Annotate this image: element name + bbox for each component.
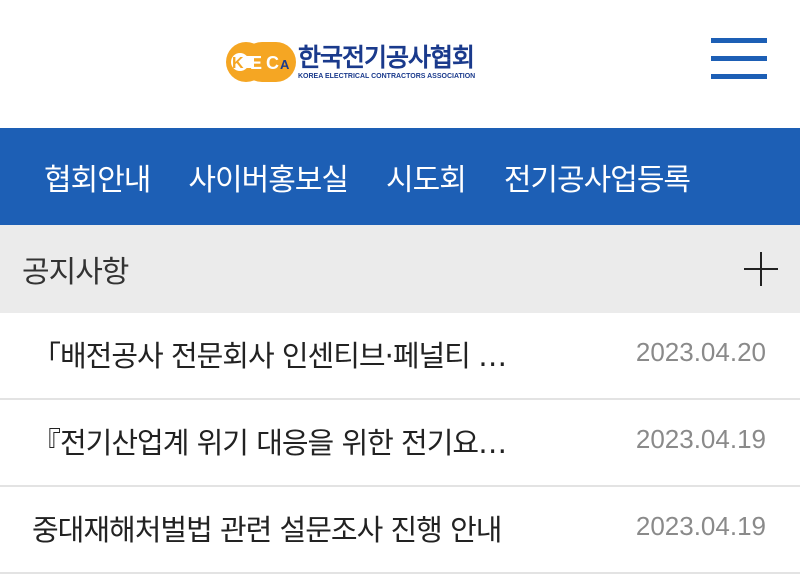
list-item[interactable]: 중대재해처벌법 관련 설문조사 진행 안내 2023.04.19	[0, 487, 800, 574]
notice-title[interactable]: 「배전공사 전문회사 인센티브·페널티 …	[32, 333, 592, 375]
menu-line	[711, 74, 767, 79]
notice-list: 「배전공사 전문회사 인센티브·페널티 … 2023.04.20 『전기산업계 …	[0, 313, 800, 574]
logo-text: 한국전기공사협회 KOREA ELECTRICAL CONTRACTORS AS…	[298, 43, 475, 81]
header: K E C A 한국전기공사협회 KOREA ELECTRICAL CONTRA…	[0, 0, 800, 128]
menu-line	[711, 56, 767, 61]
svg-text:C: C	[266, 53, 279, 73]
nav-item-regional-chapters[interactable]: 시도회	[386, 155, 467, 199]
notice-date: 2023.04.20	[635, 337, 766, 367]
hamburger-menu-icon[interactable]	[711, 38, 767, 82]
svg-text:K: K	[232, 55, 244, 72]
notice-title[interactable]: 중대재해처벌법 관련 설문조사 진행 안내	[32, 507, 592, 549]
notice-title[interactable]: 『전기산업계 위기 대응을 위한 전기요…	[32, 420, 592, 462]
menu-line	[711, 38, 767, 43]
nav-item-association-info[interactable]: 협회안내	[44, 155, 151, 199]
svg-text:A: A	[280, 57, 290, 72]
notice-date: 2023.04.19	[635, 424, 766, 454]
svg-text:E: E	[250, 53, 262, 73]
list-item[interactable]: 『전기산업계 위기 대응을 위한 전기요… 2023.04.19	[0, 400, 800, 487]
nav-item-business-registration[interactable]: 전기공사업등록	[504, 155, 691, 199]
list-item[interactable]: 「배전공사 전문회사 인센티브·페널티 … 2023.04.20	[0, 313, 800, 400]
notice-section-title: 공지사항	[22, 255, 129, 290]
logo[interactable]: K E C A 한국전기공사협회 KOREA ELECTRICAL CONTRA…	[224, 40, 475, 84]
main-nav: 협회안내 사이버홍보실 시도회 전기공사업등록	[0, 128, 800, 225]
logo-english-name: KOREA ELECTRICAL CONTRACTORS ASSOCIATION	[298, 73, 476, 80]
keca-logo-icon: K E C A	[226, 42, 296, 82]
plus-icon[interactable]	[744, 252, 778, 286]
notice-header: 공지사항	[0, 225, 800, 313]
nav-item-cyber-pr[interactable]: 사이버홍보실	[188, 155, 349, 199]
logo-korean-name: 한국전기공사협회	[298, 43, 475, 72]
notice-date: 2023.04.19	[635, 511, 766, 541]
